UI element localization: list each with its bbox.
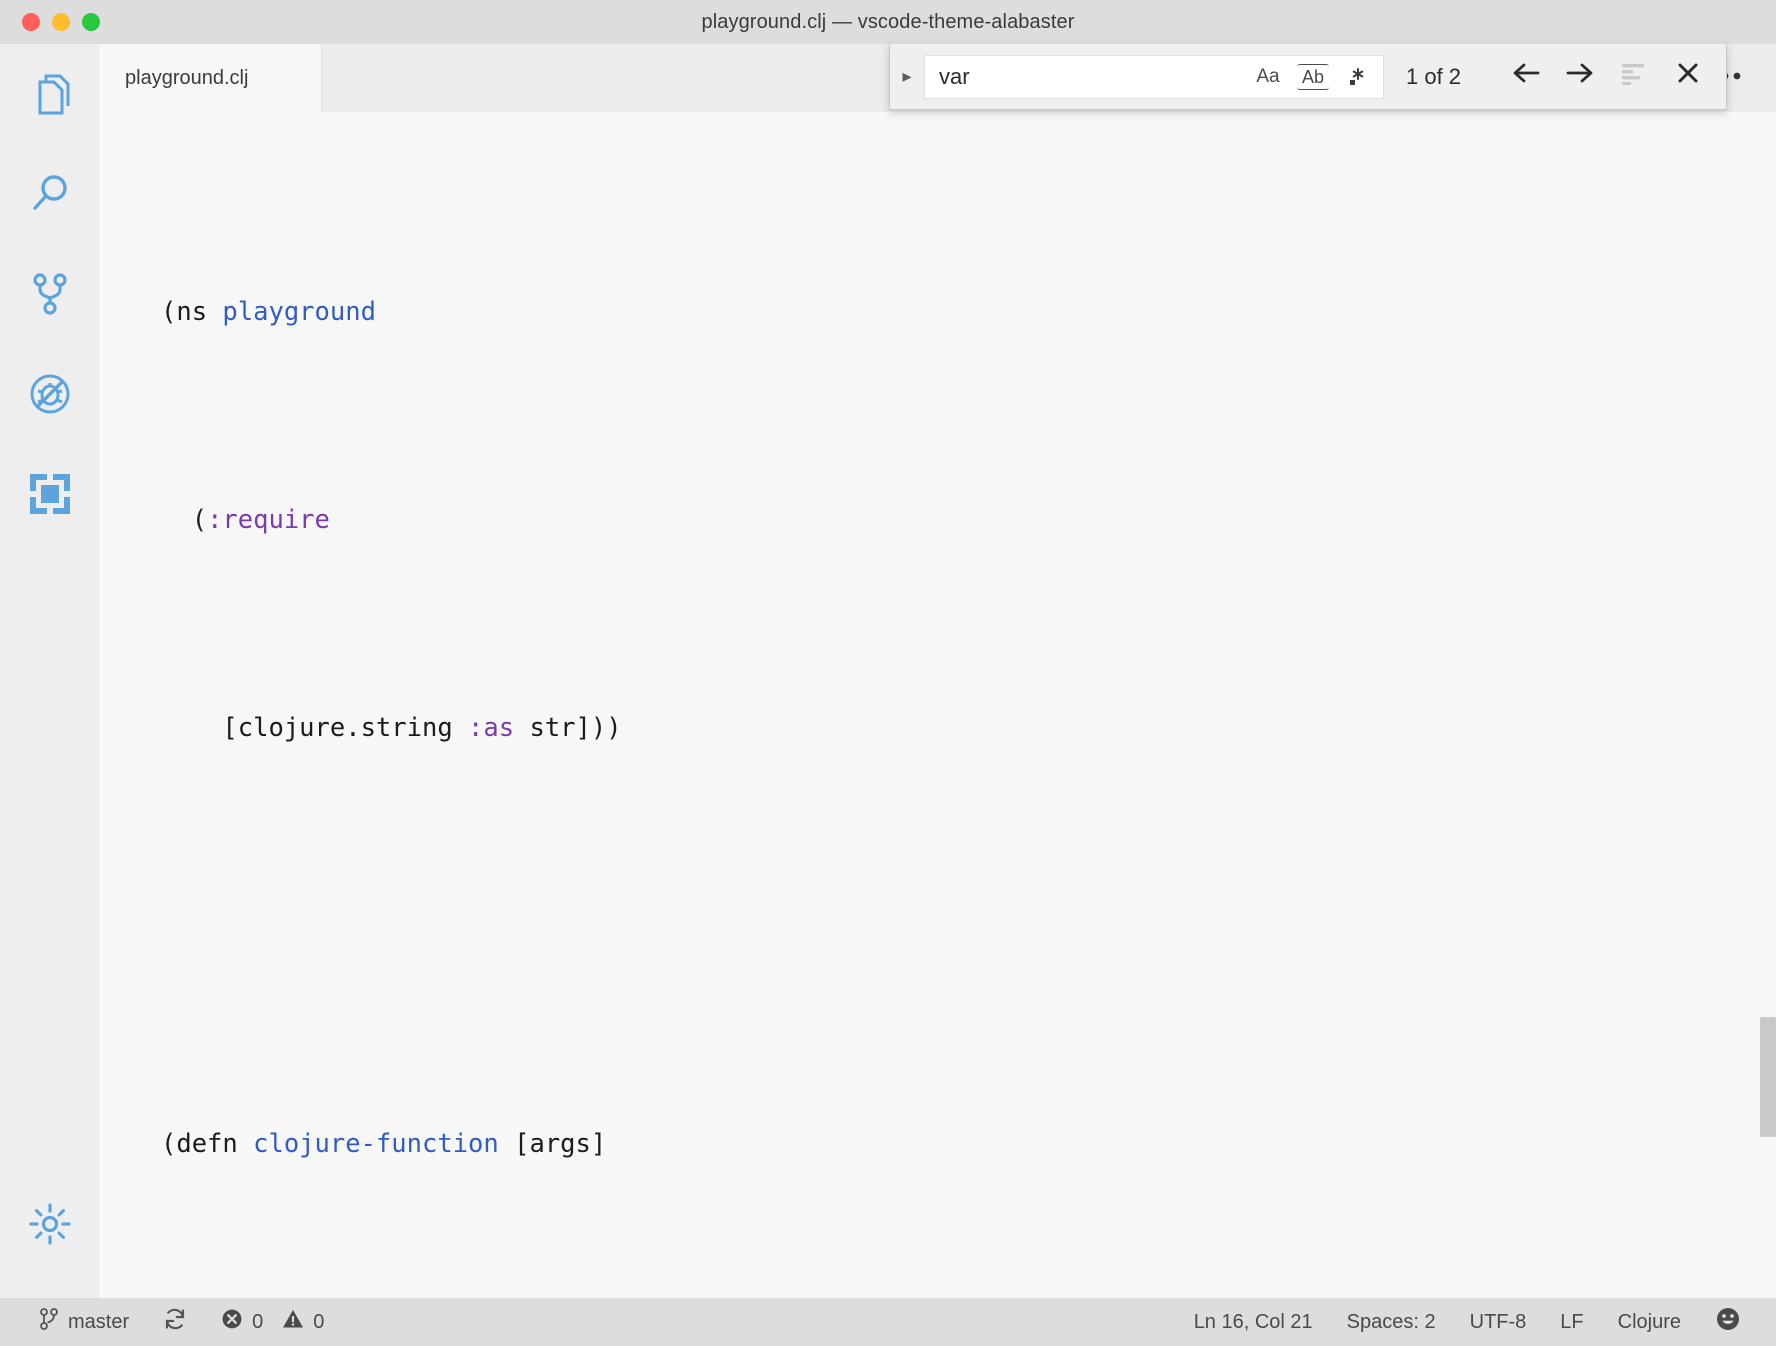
status-feedback[interactable] bbox=[1698, 1298, 1758, 1346]
source-control-icon bbox=[28, 271, 72, 317]
status-branch[interactable]: master bbox=[22, 1298, 146, 1346]
arrow-left-icon bbox=[1512, 61, 1540, 92]
status-branch-label: master bbox=[68, 1311, 129, 1334]
code-line bbox=[99, 910, 1776, 962]
editor-region: playground.clj bbox=[99, 44, 1776, 1298]
status-indentation[interactable]: Spaces: 2 bbox=[1330, 1298, 1453, 1346]
sidebar-item-extensions[interactable] bbox=[0, 444, 99, 544]
status-indentation-label: Spaces: 2 bbox=[1347, 1311, 1436, 1334]
match-case-toggle[interactable]: Aa bbox=[1251, 60, 1285, 94]
use-regex-toggle[interactable] bbox=[1341, 60, 1375, 94]
previous-match-button[interactable] bbox=[1506, 57, 1546, 97]
sidebar-item-search[interactable] bbox=[0, 144, 99, 244]
status-eol-label: LF bbox=[1560, 1311, 1583, 1334]
gear-icon bbox=[28, 1202, 72, 1246]
status-problems[interactable]: 0 0 bbox=[204, 1298, 341, 1346]
status-language-mode[interactable]: Clojure bbox=[1601, 1298, 1698, 1346]
files-icon bbox=[28, 71, 72, 117]
activity-bar bbox=[0, 44, 99, 1298]
find-match-count: 1 of 2 bbox=[1406, 64, 1461, 90]
find-input-wrapper: Aa Ab bbox=[924, 55, 1384, 99]
title-bar: playground.clj — vscode-theme-alabaster bbox=[0, 0, 1776, 45]
close-icon bbox=[1676, 61, 1700, 92]
arrow-right-icon bbox=[1566, 61, 1594, 92]
zoom-window-button[interactable] bbox=[82, 13, 100, 31]
status-language-mode-label: Clojure bbox=[1618, 1311, 1681, 1334]
chevron-right-icon: ▸ bbox=[902, 66, 911, 87]
code-line: [clojure.string :as str])) bbox=[99, 702, 1776, 754]
traffic-lights bbox=[0, 13, 100, 31]
status-cursor-position-label: Ln 16, Col 21 bbox=[1194, 1311, 1313, 1334]
extensions-icon bbox=[28, 472, 72, 516]
error-count: 0 bbox=[252, 1311, 263, 1334]
sidebar-item-explorer[interactable] bbox=[0, 44, 99, 144]
toggle-replace-button[interactable]: ▸ bbox=[890, 44, 924, 109]
sidebar-item-source-control[interactable] bbox=[0, 244, 99, 344]
search-icon bbox=[28, 171, 72, 217]
vscode-window: playground.clj — vscode-theme-alabaster bbox=[0, 0, 1776, 1346]
match-whole-word-toggle[interactable]: Ab bbox=[1297, 64, 1329, 90]
status-cursor-position[interactable]: Ln 16, Col 21 bbox=[1177, 1298, 1330, 1346]
code-editor[interactable]: (ns playground (:require [clojure.string… bbox=[99, 112, 1776, 1298]
next-match-button[interactable] bbox=[1560, 57, 1600, 97]
status-bar-right: Ln 16, Col 21 Spaces: 2 UTF-8 LF Clojure bbox=[1177, 1298, 1776, 1346]
sidebar-item-settings[interactable] bbox=[0, 1174, 99, 1274]
code-content: (ns playground (:require [clojure.string… bbox=[99, 130, 1776, 1298]
window-title: playground.clj — vscode-theme-alabaster bbox=[0, 11, 1776, 34]
debug-disabled-icon bbox=[27, 371, 73, 417]
code-line: (ns playground bbox=[99, 286, 1776, 338]
close-find-button[interactable] bbox=[1668, 57, 1708, 97]
tab-label: playground.clj bbox=[125, 67, 248, 90]
smiley-icon bbox=[1715, 1306, 1741, 1338]
git-branch-icon bbox=[39, 1307, 59, 1337]
find-widget: ▸ Aa Ab 1 of 2 bbox=[889, 44, 1727, 110]
find-input[interactable] bbox=[925, 55, 1251, 99]
editor-vertical-scrollbar[interactable] bbox=[1760, 1017, 1776, 1137]
code-line: (defn clojure-function [args] bbox=[99, 1118, 1776, 1170]
status-eol[interactable]: LF bbox=[1543, 1298, 1600, 1346]
status-sync[interactable] bbox=[146, 1298, 204, 1346]
warning-count: 0 bbox=[313, 1311, 324, 1334]
minimize-window-button[interactable] bbox=[52, 13, 70, 31]
selection-lines-icon bbox=[1620, 61, 1648, 92]
code-line: (:require bbox=[99, 494, 1776, 546]
tab-playground-clj[interactable]: playground.clj bbox=[99, 44, 322, 112]
find-options: Aa Ab bbox=[1251, 56, 1375, 98]
error-icon bbox=[221, 1308, 243, 1336]
status-bar: master bbox=[0, 1298, 1776, 1346]
warning-icon bbox=[282, 1308, 304, 1336]
status-encoding[interactable]: UTF-8 bbox=[1453, 1298, 1544, 1346]
status-encoding-label: UTF-8 bbox=[1470, 1311, 1527, 1334]
close-window-button[interactable] bbox=[22, 13, 40, 31]
status-bar-left: master bbox=[0, 1298, 341, 1346]
find-actions bbox=[1506, 57, 1726, 97]
sidebar-item-run-and-debug[interactable] bbox=[0, 344, 99, 444]
sync-icon bbox=[163, 1307, 187, 1337]
find-in-selection-button[interactable] bbox=[1614, 57, 1654, 97]
